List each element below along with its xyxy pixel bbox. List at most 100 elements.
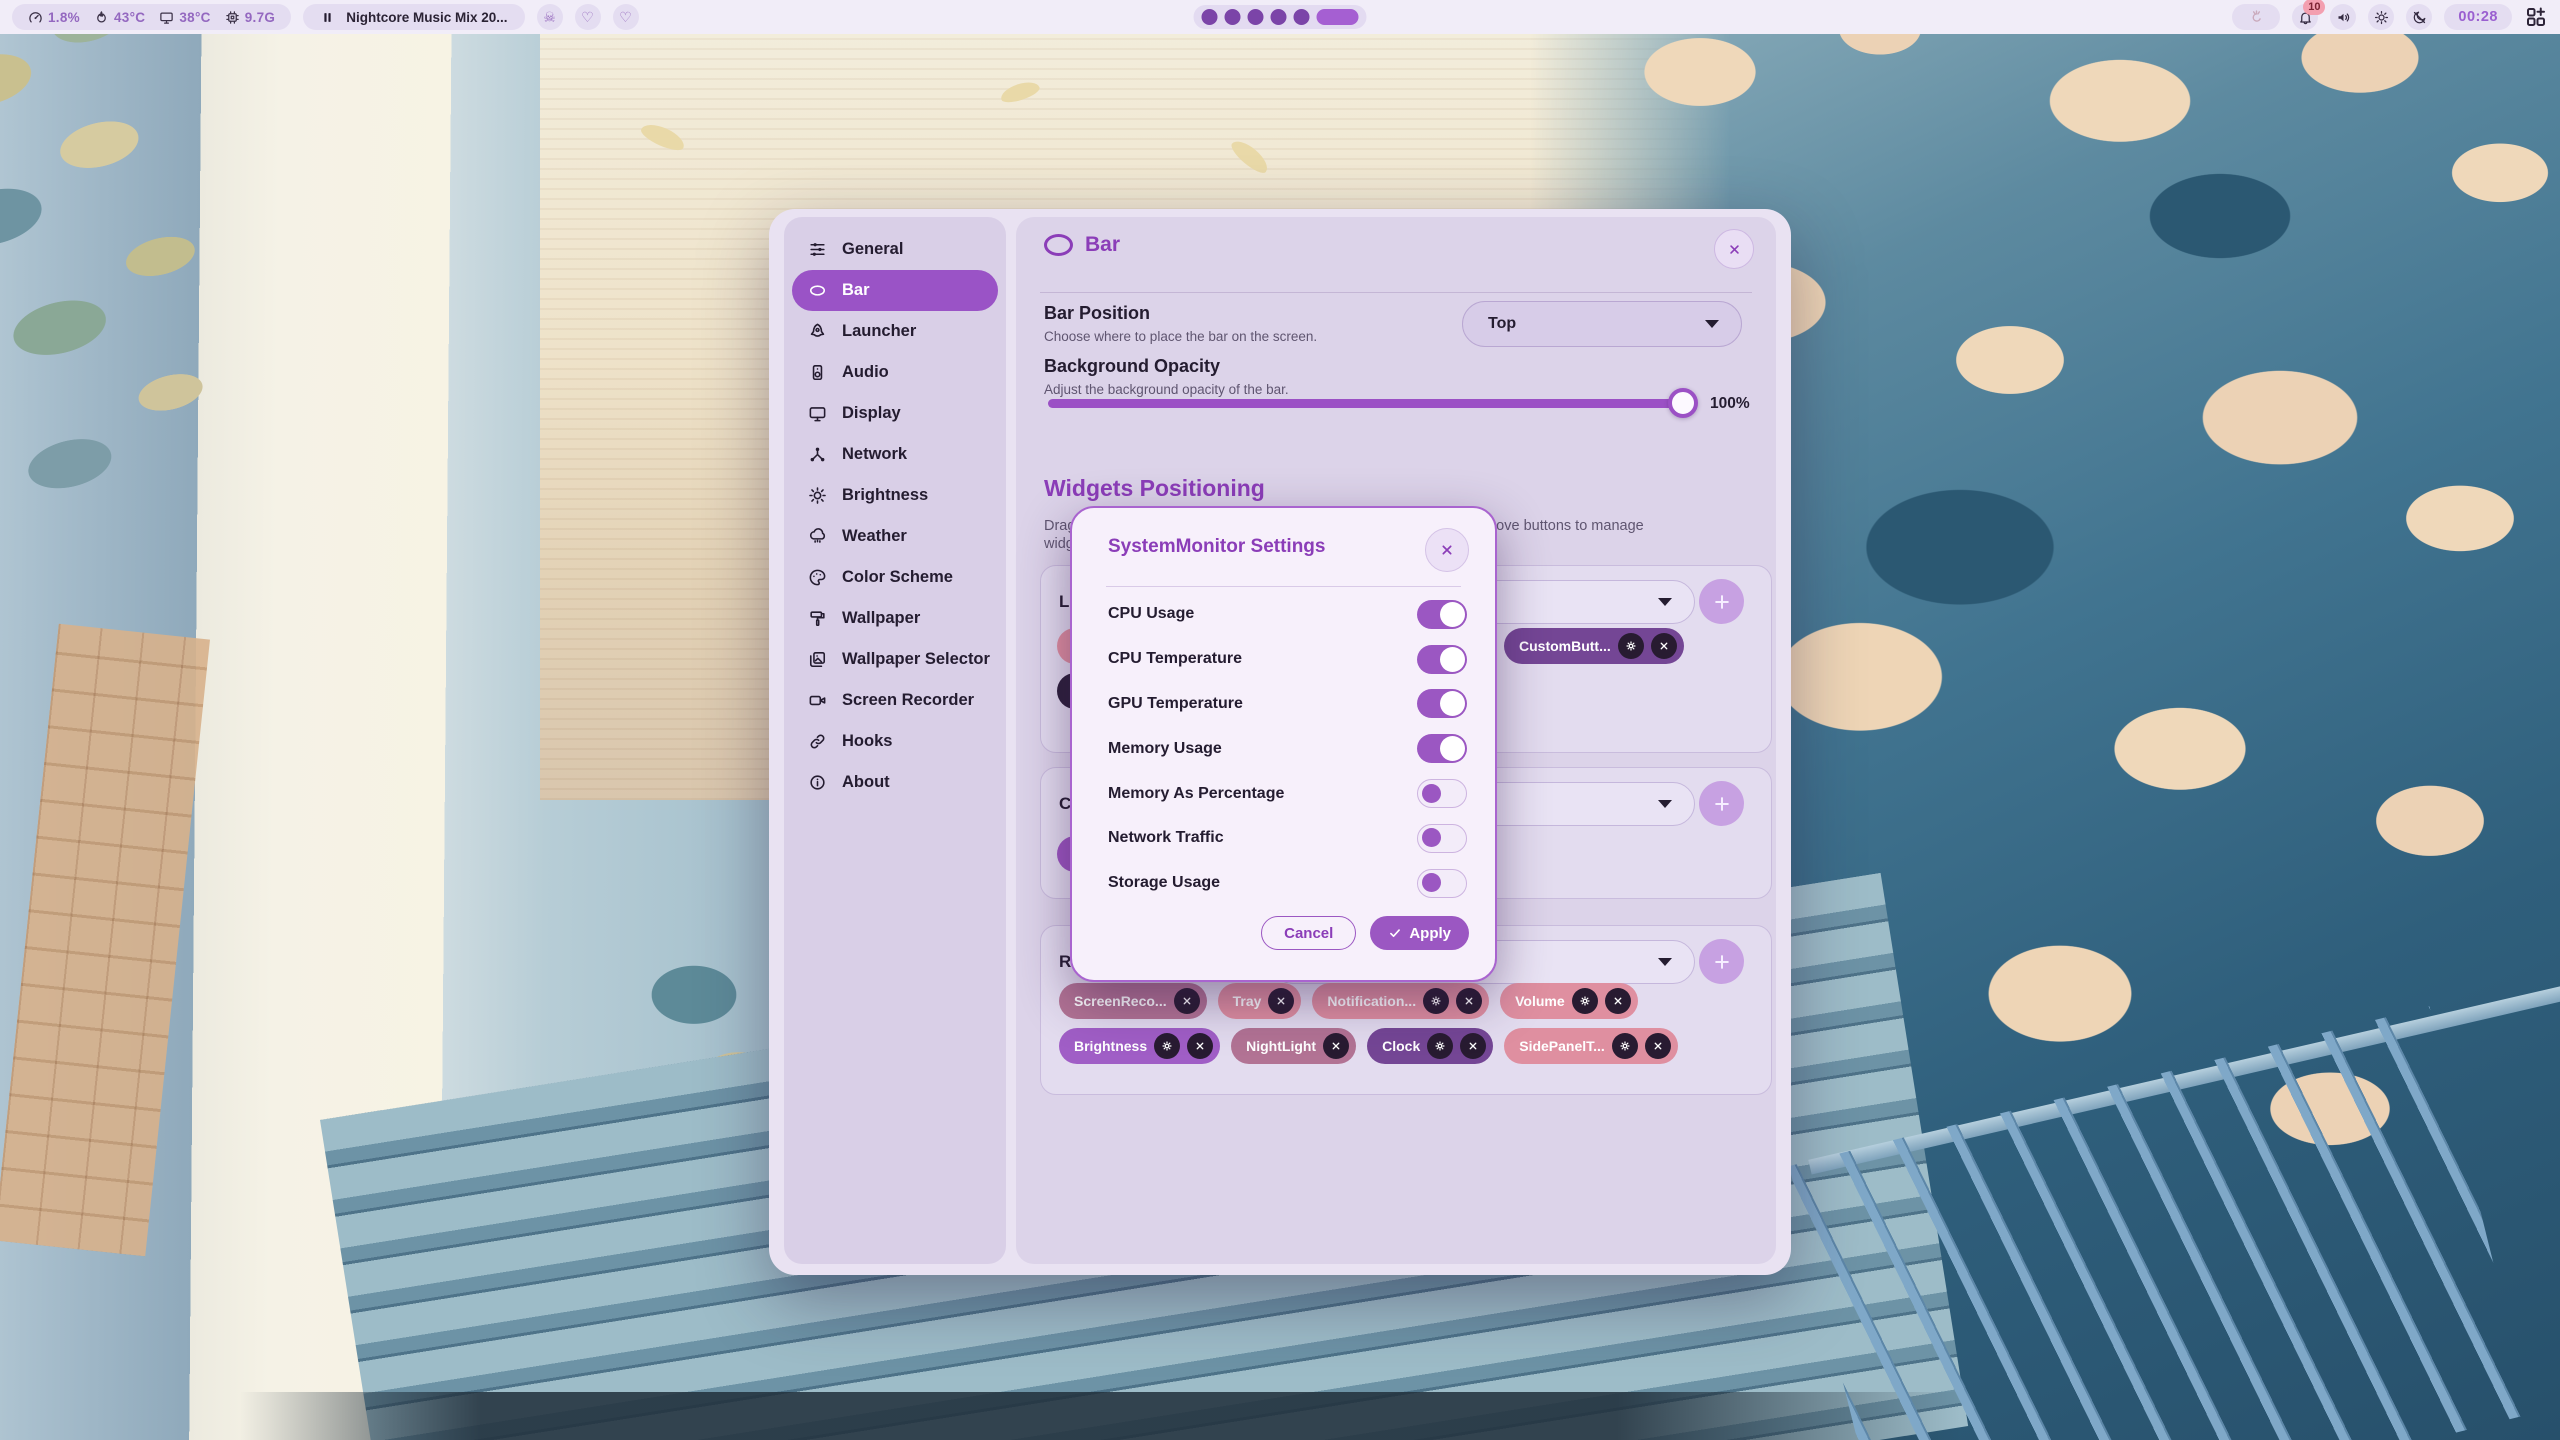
cloud-icon bbox=[808, 527, 827, 546]
wallpaper-shadow bbox=[240, 1392, 1960, 1440]
sidebar-item-hooks[interactable]: Hooks bbox=[792, 721, 998, 762]
gear-icon bbox=[1430, 995, 1442, 1007]
cancel-button[interactable]: Cancel bbox=[1261, 916, 1356, 950]
sidebar-item-screen-recorder[interactable]: Screen Recorder bbox=[792, 680, 998, 721]
toggle-row-gpu-temperature: GPU Temperature bbox=[1108, 682, 1467, 727]
sidebar-item-label: Bar bbox=[842, 281, 870, 300]
sidebar-item-label: Hooks bbox=[842, 732, 892, 751]
media-player-widget[interactable]: Nightcore Music Mix 20... bbox=[303, 4, 524, 30]
oval-icon bbox=[1044, 234, 1073, 256]
gpu-temperature-toggle[interactable] bbox=[1417, 689, 1467, 718]
page-title: Bar bbox=[1085, 233, 1120, 257]
clock-widget[interactable]: 00:28 bbox=[2444, 4, 2512, 30]
opacity-slider-knob[interactable] bbox=[1668, 388, 1698, 418]
chip-settings-button[interactable] bbox=[1154, 1033, 1180, 1059]
widget-chip-volume[interactable]: Volume bbox=[1500, 983, 1638, 1019]
add-widget-button[interactable] bbox=[1699, 579, 1744, 624]
chip-remove-button[interactable] bbox=[1460, 1033, 1486, 1059]
apply-label: Apply bbox=[1409, 925, 1451, 942]
chip-remove-button[interactable] bbox=[1174, 988, 1200, 1014]
page-header: Bar bbox=[1044, 233, 1120, 257]
widget-chip-nightlight[interactable]: NightLight bbox=[1231, 1028, 1356, 1064]
sun-icon bbox=[808, 486, 827, 505]
system-stats-widget[interactable]: 1.8% 43°C 38°C 9.7G bbox=[12, 4, 291, 30]
heart-button[interactable]: ♡ bbox=[575, 4, 601, 30]
sidebar-item-label: Audio bbox=[842, 363, 889, 382]
apply-button[interactable]: Apply bbox=[1370, 916, 1469, 950]
widget-chip-sidepaneltoggle[interactable]: SidePanelT... bbox=[1504, 1028, 1678, 1064]
gear-icon bbox=[1434, 1040, 1446, 1052]
widget-chip-tray[interactable]: Tray bbox=[1218, 983, 1302, 1019]
sidebar-item-network[interactable]: Network bbox=[792, 434, 998, 475]
images-icon bbox=[808, 650, 827, 669]
overview-button[interactable] bbox=[2524, 5, 2548, 29]
chevron-down-icon bbox=[1658, 800, 1672, 808]
chip-remove-button[interactable] bbox=[1645, 1033, 1671, 1059]
chip-remove-button[interactable] bbox=[1651, 633, 1677, 659]
chip-remove-button[interactable] bbox=[1187, 1033, 1213, 1059]
chip-settings-button[interactable] bbox=[1427, 1033, 1453, 1059]
chip-settings-button[interactable] bbox=[1618, 633, 1644, 659]
sidebar-item-general[interactable]: General bbox=[792, 229, 998, 270]
sidebar-item-audio[interactable]: Audio bbox=[792, 352, 998, 393]
memory-as-percentage-toggle[interactable] bbox=[1417, 779, 1467, 808]
widget-chip-clock[interactable]: Clock bbox=[1367, 1028, 1493, 1064]
widgets-positioning-title: Widgets Positioning bbox=[1044, 475, 1265, 502]
workspace-active[interactable] bbox=[1317, 9, 1359, 25]
sidebar-item-label: Brightness bbox=[842, 486, 928, 505]
add-widget-button[interactable] bbox=[1699, 939, 1744, 984]
sidebar-item-wallpaper-selector[interactable]: Wallpaper Selector bbox=[792, 639, 998, 680]
dialog-close-button[interactable] bbox=[1425, 528, 1469, 572]
widget-chip-screenrecorder[interactable]: ScreenReco... bbox=[1059, 983, 1207, 1019]
heart-button[interactable]: ♡ bbox=[613, 4, 639, 30]
cpu-temperature-toggle[interactable] bbox=[1417, 645, 1467, 674]
chip-remove-button[interactable] bbox=[1323, 1033, 1349, 1059]
sidebar-item-label: Color Scheme bbox=[842, 568, 953, 587]
toggle-knob bbox=[1440, 691, 1465, 716]
network-icon bbox=[808, 445, 827, 464]
sliders-icon bbox=[808, 240, 827, 259]
cpu-usage-toggle[interactable] bbox=[1417, 600, 1467, 629]
close-icon bbox=[1463, 995, 1475, 1007]
chip-remove-button[interactable] bbox=[1605, 988, 1631, 1014]
chip-remove-button[interactable] bbox=[1456, 988, 1482, 1014]
sidebar-item-display[interactable]: Display bbox=[792, 393, 998, 434]
sidebar-item-about[interactable]: About bbox=[792, 762, 998, 803]
workspace-indicator bbox=[1194, 5, 1367, 29]
dialog-buttons: Cancel Apply bbox=[1261, 916, 1469, 950]
sidebar-item-launcher[interactable]: Launcher bbox=[792, 311, 998, 352]
widget-chip-custombutton[interactable]: CustomButt... bbox=[1504, 628, 1684, 664]
workspace-dot[interactable] bbox=[1202, 9, 1218, 25]
night-light-button[interactable] bbox=[2406, 4, 2432, 30]
opacity-slider-track[interactable] bbox=[1048, 399, 1693, 408]
workspace-dot[interactable] bbox=[1294, 9, 1310, 25]
chips-row: Brightness NightLight Clock SideP bbox=[1059, 1028, 1678, 1064]
widget-chip-brightness[interactable]: Brightness bbox=[1059, 1028, 1220, 1064]
toggle-row-memory-as-percentage: Memory As Percentage bbox=[1108, 771, 1467, 816]
brightness-button[interactable] bbox=[2368, 4, 2394, 30]
chip-remove-button[interactable] bbox=[1268, 988, 1294, 1014]
workspace-dot[interactable] bbox=[1248, 9, 1264, 25]
chip-settings-button[interactable] bbox=[1423, 988, 1449, 1014]
widget-chip-notification[interactable]: Notification... bbox=[1312, 983, 1489, 1019]
window-close-button[interactable] bbox=[1714, 229, 1754, 269]
sidebar-item-wallpaper[interactable]: Wallpaper bbox=[792, 598, 998, 639]
add-widget-button[interactable] bbox=[1699, 781, 1744, 826]
sidebar-item-bar[interactable]: Bar bbox=[792, 270, 998, 311]
memory-usage-toggle[interactable] bbox=[1417, 734, 1467, 763]
workspace-dot[interactable] bbox=[1271, 9, 1287, 25]
sidebar-item-color-scheme[interactable]: Color Scheme bbox=[792, 557, 998, 598]
chip-settings-button[interactable] bbox=[1612, 1033, 1638, 1059]
bar-position-dropdown[interactable]: Top bbox=[1462, 301, 1742, 347]
sidebar-item-brightness[interactable]: Brightness bbox=[792, 475, 998, 516]
storage-usage-toggle[interactable] bbox=[1417, 869, 1467, 898]
toggle-label: CPU Usage bbox=[1108, 605, 1194, 623]
volume-button[interactable] bbox=[2330, 4, 2356, 30]
sidebar-item-weather[interactable]: Weather bbox=[792, 516, 998, 557]
workspace-dot[interactable] bbox=[1225, 9, 1241, 25]
tray-app-button[interactable] bbox=[2232, 4, 2280, 30]
close-icon bbox=[1727, 242, 1742, 257]
network-traffic-toggle[interactable] bbox=[1417, 824, 1467, 853]
skull-button[interactable]: ☠ bbox=[537, 4, 563, 30]
chip-settings-button[interactable] bbox=[1572, 988, 1598, 1014]
